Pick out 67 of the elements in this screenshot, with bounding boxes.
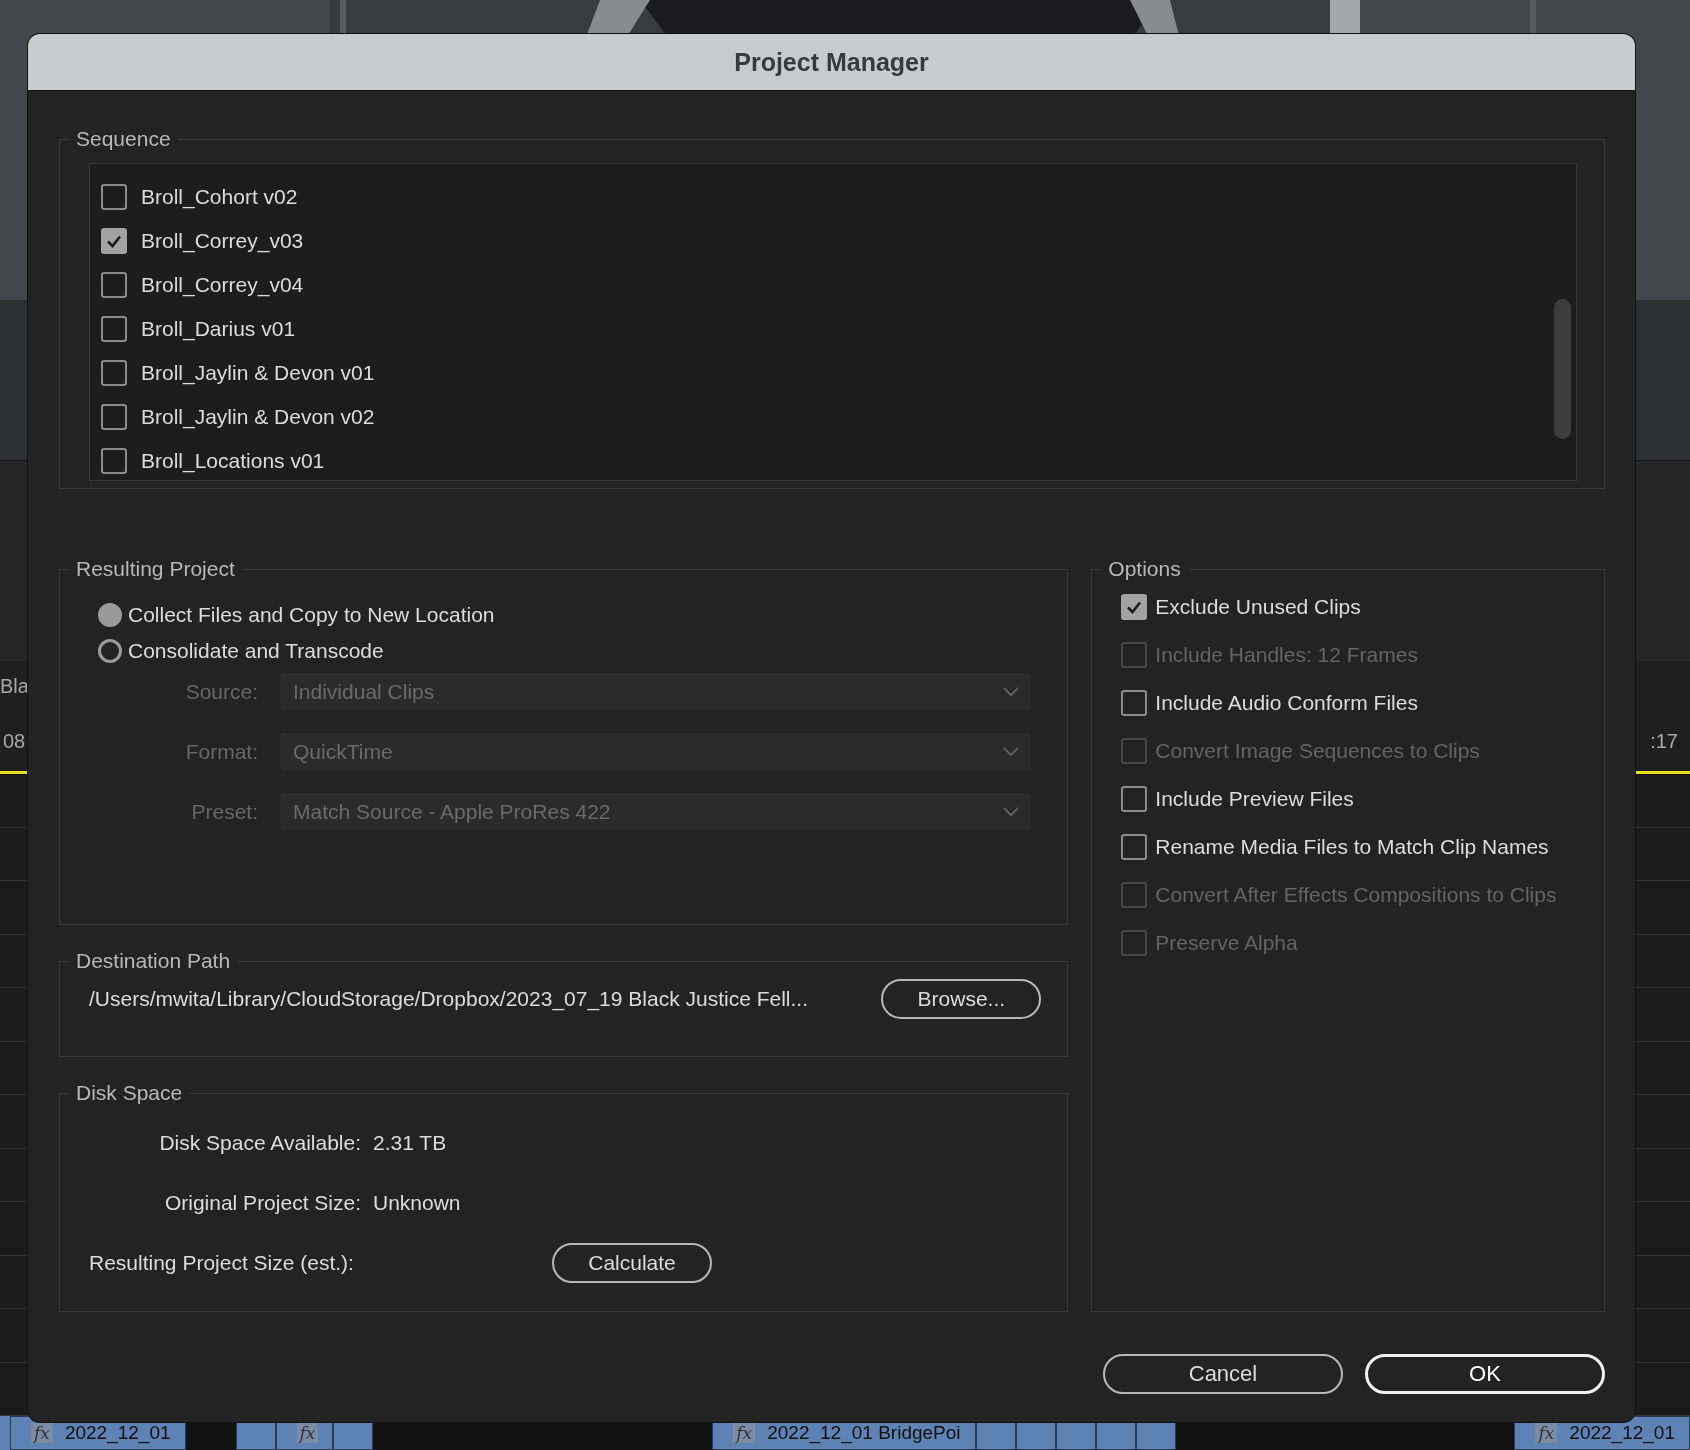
checkbox[interactable] [101, 360, 127, 386]
timecode: 08 [3, 729, 26, 753]
option-label: Include Handles: 12 Frames [1155, 643, 1418, 667]
dialog-button[interactable]: Cancel [1103, 1354, 1343, 1394]
radio-button[interactable] [98, 603, 122, 627]
option-label: Rename Media Files to Match Clip Names [1155, 835, 1549, 859]
dropdown: Individual Clips [280, 673, 1032, 710]
checkbox[interactable] [101, 448, 127, 474]
checkbox[interactable] [1121, 594, 1148, 620]
sequence-name: Broll_Locations v01 [141, 449, 325, 473]
clip-name: 2022_12_01 BridgePoi [767, 1422, 961, 1444]
chevron-down-icon [1003, 746, 1020, 757]
chevron-down-icon [1003, 686, 1020, 697]
clip-name: 2022_12_01 [64, 1422, 171, 1444]
option-label: Include Preview Files [1155, 787, 1354, 811]
info-label: Original Project Size: [163, 1191, 361, 1215]
fx-badge: fx [296, 1423, 319, 1443]
browse-button[interactable]: Browse... [881, 979, 1042, 1019]
section-legend: Disk Space [68, 1081, 191, 1105]
info-label: Resulting Project Size (est.): [89, 1251, 355, 1275]
clip-name: 2022_12_01 [1569, 1422, 1675, 1444]
radio-button[interactable] [98, 639, 122, 663]
radio-label: Consolidate and Transcode [128, 639, 384, 663]
sequence-name: Broll_Jaylin & Devon v01 [141, 361, 375, 385]
option-label: Preserve Alpha [1155, 931, 1298, 955]
checkbox[interactable] [1121, 690, 1148, 716]
option-label: Convert After Effects Compositions to Clips [1155, 883, 1557, 907]
path-text: /Users/mwita/Library/CloudStorage/Dropbox/2023_07_19 Black Justice Fell... [89, 987, 808, 1011]
checkbox[interactable] [101, 316, 127, 342]
dropdown: QuickTime [280, 733, 1032, 770]
info-value: Unknown [373, 1191, 461, 1215]
checkbox[interactable] [101, 184, 127, 210]
dialog-button[interactable]: OK [1365, 1354, 1605, 1394]
section-legend: Sequence [68, 127, 179, 151]
calculate-button[interactable]: Calculate [552, 1243, 712, 1283]
fx-badge: fx [1535, 1423, 1558, 1443]
chevron-down-icon [1003, 806, 1020, 817]
sequence-name: Broll_Correy_v04 [141, 273, 304, 297]
fx-badge: fx [31, 1423, 53, 1443]
section-legend: Destination Path [68, 949, 239, 973]
option-label: Include Audio Conform Files [1155, 691, 1418, 715]
checkbox[interactable] [1121, 834, 1148, 860]
field-label: Preset: [190, 799, 258, 824]
option-label: Exclude Unused Clips [1155, 595, 1361, 619]
sequence-name: Broll_Jaylin & Devon v02 [141, 405, 375, 429]
fx-badge: fx [733, 1423, 756, 1443]
option-label: Convert Image Sequences to Clips [1155, 739, 1480, 763]
section-legend: Resulting Project [68, 557, 243, 581]
checkbox[interactable] [101, 228, 127, 254]
dropdown: Match Source - Apple ProRes 422 [280, 793, 1032, 830]
sequence-name: Broll_Cohort v02 [141, 185, 298, 209]
info-label: Disk Space Available: [158, 1131, 361, 1155]
field-label: Source: [184, 679, 258, 704]
timeline-clip[interactable] [0, 1416, 10, 1450]
radio-label: Collect Files and Copy to New Location [128, 603, 495, 627]
sequence-name: Broll_Darius v01 [141, 317, 296, 341]
track-label: Bla [0, 674, 29, 698]
section-legend: Options [1100, 557, 1189, 581]
checkbox[interactable] [101, 272, 127, 298]
info-value: 2.31 TB [373, 1131, 448, 1155]
checkbox[interactable] [101, 404, 127, 430]
timecode: :17 [1650, 729, 1678, 753]
sequence-name: Broll_Correy_v03 [141, 229, 304, 253]
field-label: Format: [184, 739, 258, 764]
window-title: Project Manager [734, 47, 929, 77]
checkbox[interactable] [1121, 786, 1148, 812]
scrollbar-thumb[interactable] [1554, 299, 1571, 439]
